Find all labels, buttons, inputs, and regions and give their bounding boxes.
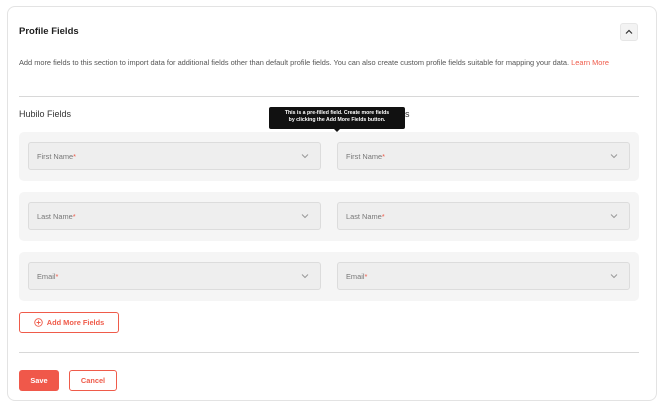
hubilo-field-select[interactable]: Email* <box>28 262 321 290</box>
required-mark: * <box>381 212 385 221</box>
add-more-fields-label: Add More Fields <box>46 318 105 327</box>
save-button[interactable]: Save <box>19 370 59 391</box>
select-value: Email <box>346 272 365 281</box>
plus-circle-icon <box>34 318 43 327</box>
tooltip-line-2: by clicking the Add More Fields button. <box>288 117 386 123</box>
description-text: Add more fields to this section to impor… <box>19 58 570 67</box>
required-mark: * <box>72 212 76 221</box>
required-mark: * <box>73 152 77 161</box>
mapped-field-select[interactable]: First Name* <box>337 142 630 170</box>
chevron-down-icon <box>301 274 309 279</box>
select-value: First Name <box>37 152 74 161</box>
tooltip-line-1: This is a pre-filled field. Create more … <box>284 110 390 116</box>
mapped-field-select[interactable]: Email* <box>337 262 630 290</box>
chevron-down-icon <box>610 274 618 279</box>
chevron-up-icon <box>625 29 633 34</box>
hubilo-fields-header: Hubilo Fields <box>19 109 72 119</box>
required-mark: * <box>364 272 368 281</box>
mapped-field-select[interactable]: Last Name* <box>337 202 630 230</box>
hubilo-field-select[interactable]: Last Name* <box>28 202 321 230</box>
chevron-down-icon <box>610 154 618 159</box>
select-value: Last Name <box>37 212 73 221</box>
profile-fields-panel: Profile Fields Add more fields to this s… <box>7 6 657 401</box>
chevron-down-icon <box>610 214 618 219</box>
field-row: Email* Email* <box>19 252 639 301</box>
chevron-down-icon <box>301 214 309 219</box>
top-divider <box>19 96 639 97</box>
learn-more-link[interactable]: Learn More <box>571 58 609 67</box>
required-mark: * <box>382 152 386 161</box>
field-row: Last Name* Last Name* <box>19 192 639 241</box>
section-title: Profile Fields <box>19 26 79 37</box>
field-row: First Name* First Name* <box>19 132 639 181</box>
hubilo-field-select[interactable]: First Name* <box>28 142 321 170</box>
add-more-fields-button[interactable]: Add More Fields <box>19 312 119 333</box>
cancel-button[interactable]: Cancel <box>69 370 117 391</box>
section-description: Add more fields to this section to impor… <box>19 56 639 69</box>
chevron-down-icon <box>301 154 309 159</box>
collapse-button[interactable] <box>620 23 638 41</box>
prefilled-field-tooltip: This is a pre-filled field. Create more … <box>269 107 405 132</box>
required-mark: * <box>55 272 59 281</box>
select-value: Last Name <box>346 212 382 221</box>
bottom-divider <box>19 352 639 353</box>
select-value: First Name <box>346 152 383 161</box>
select-value: Email <box>37 272 56 281</box>
